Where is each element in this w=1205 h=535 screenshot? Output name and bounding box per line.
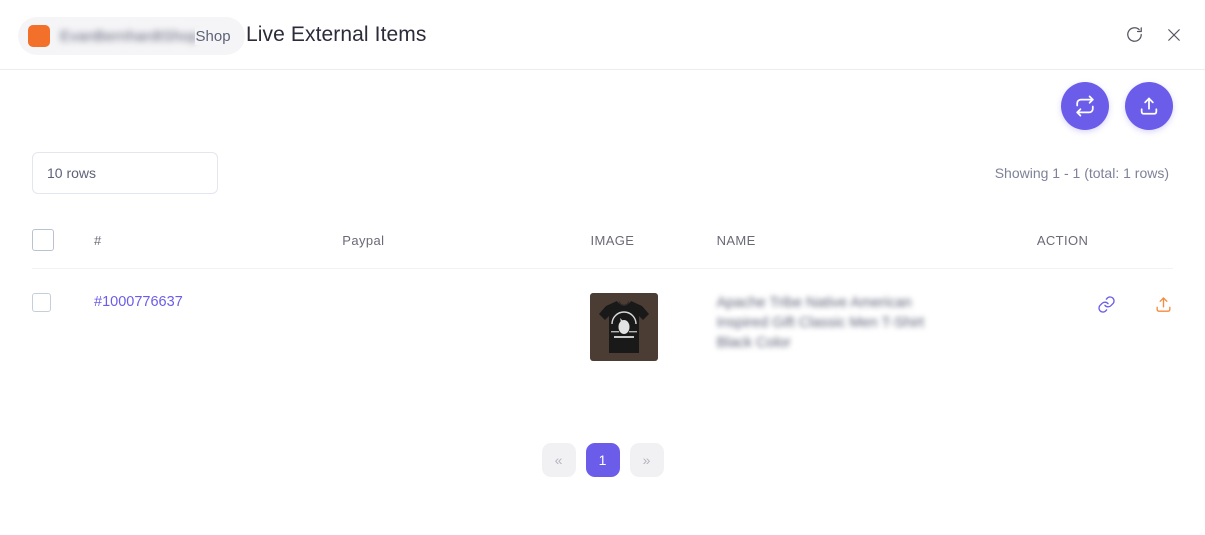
- rows-per-page-select[interactable]: 10 rows: [32, 152, 218, 194]
- upload-icon: [1140, 97, 1158, 115]
- table-header-row: # Paypal IMAGE NAME ACTION: [32, 229, 1173, 269]
- page-title: Live External Items: [246, 22, 427, 46]
- refresh-icon[interactable]: [1121, 22, 1147, 48]
- pagination-page-1[interactable]: 1: [585, 443, 620, 477]
- sync-button[interactable]: [1061, 82, 1109, 130]
- row-select-cell: [32, 269, 94, 386]
- column-header-action: ACTION: [1036, 229, 1173, 269]
- table-toolbar: 10 rows Showing 1 - 1 (total: 1 rows): [32, 152, 1173, 194]
- row-action-cell: [1037, 269, 1173, 386]
- item-id-link[interactable]: #1000776637: [94, 294, 183, 310]
- select-all-checkbox[interactable]: [32, 229, 54, 251]
- column-header-image[interactable]: IMAGE: [590, 229, 717, 269]
- rows-per-page-value: 10 rows: [47, 165, 97, 181]
- shop-name-suffix: Shop: [194, 27, 231, 45]
- pagination-prev-button[interactable]: «: [541, 443, 576, 477]
- column-header-id[interactable]: #: [94, 229, 343, 269]
- showing-count-label: Showing 1 - 1 (total: 1 rows): [994, 165, 1169, 181]
- sync-repeat-icon: [1076, 95, 1094, 117]
- select-all-header: [32, 229, 95, 269]
- row-paypal-cell: [342, 269, 590, 386]
- row-name-cell: Apache Tribe Native American Inspired Gi…: [717, 269, 1037, 386]
- table-row: #1000776637 Apache Tribe Native American…: [32, 269, 1173, 386]
- primary-action-buttons: [32, 70, 1173, 130]
- row-checkbox[interactable]: [32, 293, 51, 312]
- shop-logo-icon: [28, 25, 50, 47]
- column-header-paypal[interactable]: Paypal: [342, 229, 591, 269]
- shop-name-label: EvanBernhardtShop: [60, 27, 199, 45]
- header-actions: [1121, 22, 1187, 48]
- row-image-cell: [590, 269, 716, 386]
- main-content: 10 rows Showing 1 - 1 (total: 1 rows) # …: [0, 70, 1205, 477]
- close-icon[interactable]: [1161, 22, 1187, 48]
- item-name-label: Apache Tribe Native American Inspired Gi…: [716, 295, 925, 351]
- tshirt-image: [599, 301, 650, 353]
- row-upload-icon[interactable]: [1154, 295, 1173, 314]
- product-thumbnail[interactable]: [590, 293, 659, 361]
- shop-badge[interactable]: EvanBernhardtShop Shop: [18, 17, 245, 55]
- items-table: # Paypal IMAGE NAME ACTION #1000776637 A…: [32, 229, 1173, 385]
- pagination: « 1 »: [32, 443, 1173, 477]
- upload-button[interactable]: [1125, 82, 1173, 130]
- link-icon[interactable]: [1097, 295, 1116, 314]
- column-header-name[interactable]: NAME: [716, 229, 1037, 269]
- pagination-next-button[interactable]: »: [629, 443, 664, 477]
- app-header: EvanBernhardtShop Shop Live External Ite…: [0, 0, 1205, 70]
- row-id-cell: #1000776637: [94, 269, 342, 386]
